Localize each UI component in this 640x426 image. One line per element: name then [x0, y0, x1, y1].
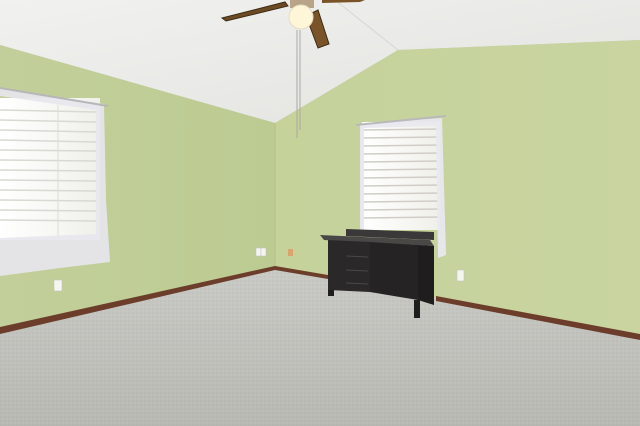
- outlet-icon: [288, 249, 293, 256]
- outlet-icon: [260, 247, 267, 257]
- outlet-icon: [255, 247, 262, 257]
- left-window: [0, 87, 110, 276]
- outlet-icon: [456, 269, 465, 282]
- empty-room-photo: [0, 0, 640, 426]
- outlet-icon: [53, 279, 63, 292]
